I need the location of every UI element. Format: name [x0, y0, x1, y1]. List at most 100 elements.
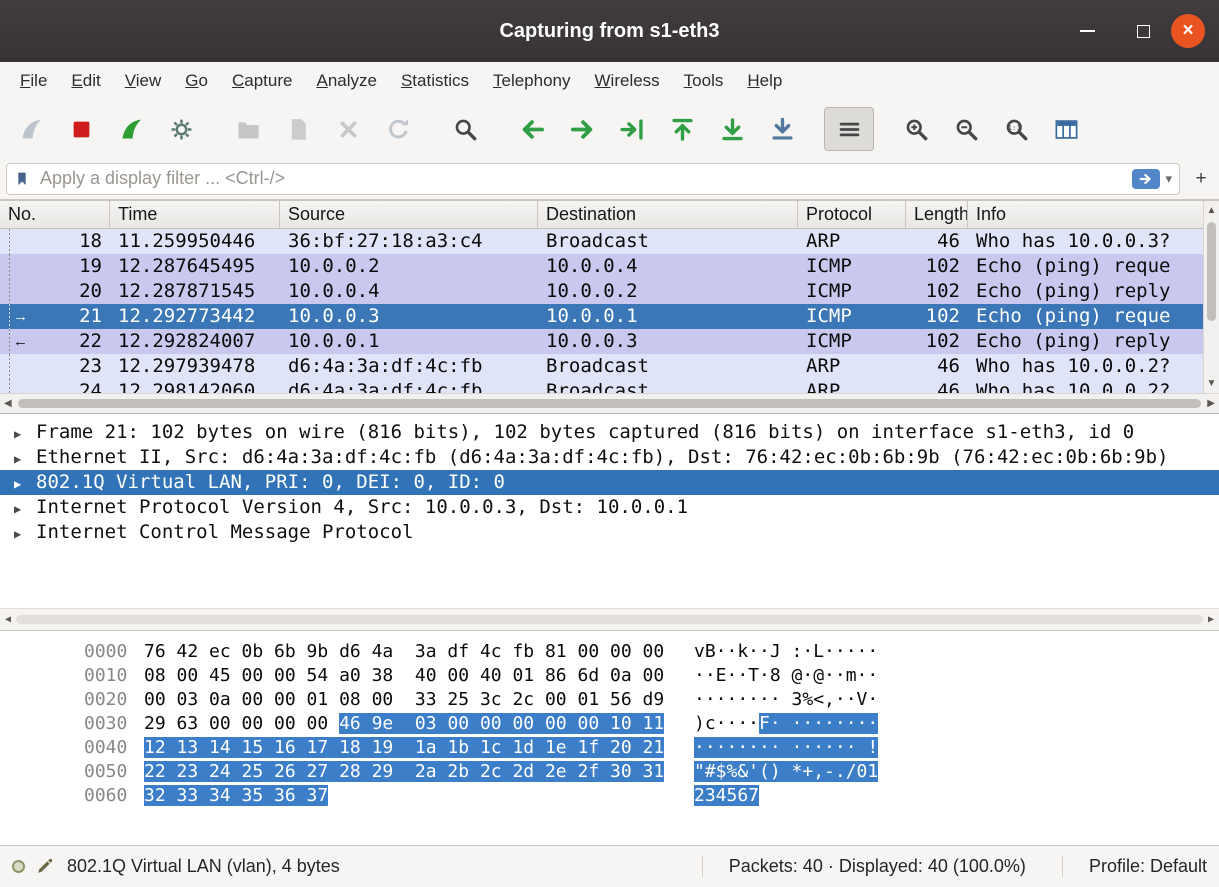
cell-no: 19 [26, 254, 110, 279]
horizontal-scrollbar-track[interactable] [11, 609, 1208, 630]
hex-row[interactable]: 000076 42 ec 0b 6b 9b d6 4a 3a df 4c fb … [0, 640, 1219, 664]
packet-row[interactable]: ←2212.29282400710.0.0.110.0.0.3ICMP102Ec… [0, 329, 1203, 354]
zoom-original-icon[interactable]: 1:1 [991, 107, 1041, 151]
titlebar[interactable]: Capturing from s1-eth3 × [0, 0, 1219, 62]
detail-line[interactable]: ▶Ethernet II, Src: d6:4a:3a:df:4c:fb (d6… [0, 445, 1219, 470]
go-forward-icon[interactable] [557, 107, 607, 151]
go-to-last-packet-icon[interactable] [707, 107, 757, 151]
expert-info-icon[interactable] [12, 860, 25, 873]
column-header-time[interactable]: Time [110, 201, 280, 228]
menu-capture[interactable]: Capture [220, 62, 304, 100]
column-header-info[interactable]: Info [968, 201, 1219, 228]
packet-row[interactable]: 1811.25995044636:bf:27:18:a3:c4Broadcast… [0, 229, 1203, 254]
packet-list-horizontal-scrollbar[interactable]: ◀ ▶ [0, 393, 1219, 413]
hex-row[interactable]: 003029 63 00 00 00 00 46 9e 03 00 00 00 … [0, 712, 1219, 736]
maximize-button[interactable] [1133, 21, 1153, 41]
auto-scroll-icon[interactable] [824, 107, 874, 151]
detail-line[interactable]: ▶Frame 21: 102 bytes on wire (816 bits),… [0, 420, 1219, 445]
filter-add-button[interactable]: + [1189, 166, 1213, 192]
go-to-packet-icon[interactable] [607, 107, 657, 151]
scroll-right-arrow-icon[interactable]: ▶ [1208, 613, 1214, 627]
hex-row[interactable]: 001008 00 45 00 00 54 a0 38 40 00 40 01 … [0, 664, 1219, 688]
packet-row[interactable]: 2312.297939478d6:4a:3a:df:4c:fbBroadcast… [0, 354, 1203, 379]
restart-capture-icon[interactable] [106, 107, 156, 151]
vertical-scrollbar-track[interactable] [1204, 218, 1219, 377]
hex-segment: 22 23 24 25 26 27 28 29 2a 2b 2c 2d 2e 2… [144, 761, 664, 782]
cell-info: Who has 10.0.0.2? [968, 354, 1203, 379]
column-header-length[interactable]: Length [906, 201, 968, 228]
profile-status[interactable]: Profile: Default [1062, 856, 1207, 877]
minimize-button[interactable] [1077, 21, 1097, 41]
menu-edit[interactable]: Edit [59, 62, 112, 100]
menu-analyze[interactable]: Analyze [304, 62, 388, 100]
menu-wireless[interactable]: Wireless [583, 62, 672, 100]
scroll-to-bottom-icon[interactable] [757, 107, 807, 151]
close-capture-file-icon[interactable] [323, 107, 373, 151]
go-back-icon[interactable] [507, 107, 557, 151]
horizontal-scrollbar-thumb[interactable] [18, 399, 1202, 408]
detail-line[interactable]: ▶Internet Control Message Protocol [0, 520, 1219, 545]
display-filter-input[interactable] [38, 167, 1132, 190]
expander-icon[interactable]: ▶ [14, 472, 36, 495]
detail-line[interactable]: ▶802.1Q Virtual LAN, PRI: 0, DEI: 0, ID:… [0, 470, 1219, 495]
scroll-right-arrow-icon[interactable]: ▶ [1207, 397, 1215, 411]
menu-telephony[interactable]: Telephony [481, 62, 583, 100]
zoom-in-icon[interactable] [891, 107, 941, 151]
expander-icon[interactable]: ▶ [14, 522, 36, 545]
scroll-up-arrow-icon[interactable]: ▲ [1207, 204, 1217, 218]
hex-row[interactable]: 002000 03 0a 00 00 01 08 00 33 25 3c 2c … [0, 688, 1219, 712]
display-filter-field[interactable]: ▾ [6, 163, 1180, 195]
scroll-down-arrow-icon[interactable]: ▼ [1207, 377, 1217, 391]
packet-row[interactable]: 1912.28764549510.0.0.210.0.0.4ICMP102Ech… [0, 254, 1203, 279]
stop-capture-icon[interactable] [56, 107, 106, 151]
menu-view[interactable]: View [113, 62, 174, 100]
menu-statistics[interactable]: Statistics [389, 62, 481, 100]
capture-options-icon[interactable] [156, 107, 206, 151]
save-capture-file-icon[interactable] [273, 107, 323, 151]
expander-icon[interactable]: ▶ [14, 497, 36, 520]
packet-row[interactable]: 2012.28787154510.0.0.410.0.0.2ICMP102Ech… [0, 279, 1203, 304]
hex-row[interactable]: 005022 23 24 25 26 27 28 29 2a 2b 2c 2d … [0, 760, 1219, 784]
open-capture-file-icon[interactable] [223, 107, 273, 151]
packet-mark-icon [0, 379, 26, 394]
column-header-destination[interactable]: Destination [538, 201, 798, 228]
ascii-segment: 234567 [694, 785, 759, 806]
hex-segment: 12 13 14 15 16 17 18 19 1a 1b 1c 1d 1e 1… [144, 737, 664, 758]
start-capture-icon[interactable] [6, 107, 56, 151]
zoom-out-icon[interactable] [941, 107, 991, 151]
menu-go[interactable]: Go [173, 62, 220, 100]
column-header-no[interactable]: No. [0, 201, 110, 228]
packet-row[interactable]: →2112.29277344210.0.0.310.0.0.1ICMP102Ec… [0, 304, 1203, 329]
filter-bookmark-icon[interactable] [14, 169, 32, 189]
wireshark-window: Capturing from s1-eth3 × FileEditViewGoC… [0, 0, 1219, 887]
packet-list-vertical-scrollbar[interactable]: ▲ ▼ [1203, 201, 1219, 394]
scroll-left-arrow-icon[interactable]: ◀ [4, 397, 12, 411]
vertical-scrollbar-thumb[interactable] [1207, 222, 1216, 321]
expander-icon[interactable]: ▶ [14, 422, 36, 445]
packet-row[interactable]: 2412.298142060d6:4a:3a:df:4c:fbBroadcast… [0, 379, 1203, 394]
menu-help[interactable]: Help [735, 62, 794, 100]
column-header-protocol[interactable]: Protocol [798, 201, 906, 228]
hex-segment: 76 42 ec 0b 6b 9b d6 4a 3a df 4c fb 81 0… [144, 641, 664, 662]
resize-columns-icon[interactable] [1041, 107, 1091, 151]
toolbar-separator [490, 100, 507, 158]
cell-length: 102 [906, 329, 968, 354]
hex-row[interactable]: 006032 33 34 35 36 37234567 [0, 784, 1219, 808]
details-horizontal-scrollbar[interactable]: ◀ ▶ [0, 608, 1219, 630]
column-header-source[interactable]: Source [280, 201, 538, 228]
go-to-first-packet-icon[interactable] [657, 107, 707, 151]
detail-line[interactable]: ▶Internet Protocol Version 4, Src: 10.0.… [0, 495, 1219, 520]
cell-info: Who has 10.0.0.2? [968, 379, 1203, 394]
apply-filter-button[interactable] [1132, 169, 1160, 189]
close-button[interactable]: × [1171, 14, 1205, 48]
capture-comment-icon[interactable] [35, 857, 55, 877]
horizontal-scrollbar-track[interactable] [12, 394, 1208, 413]
menu-tools[interactable]: Tools [672, 62, 736, 100]
menu-file[interactable]: File [8, 62, 59, 100]
horizontal-scrollbar-thumb[interactable] [16, 615, 1203, 624]
expander-icon[interactable]: ▶ [14, 447, 36, 470]
hex-row[interactable]: 004012 13 14 15 16 17 18 19 1a 1b 1c 1d … [0, 736, 1219, 760]
find-packet-icon[interactable] [440, 107, 490, 151]
filter-dropdown-caret-icon[interactable]: ▾ [1165, 171, 1172, 187]
reload-capture-file-icon[interactable] [373, 107, 423, 151]
